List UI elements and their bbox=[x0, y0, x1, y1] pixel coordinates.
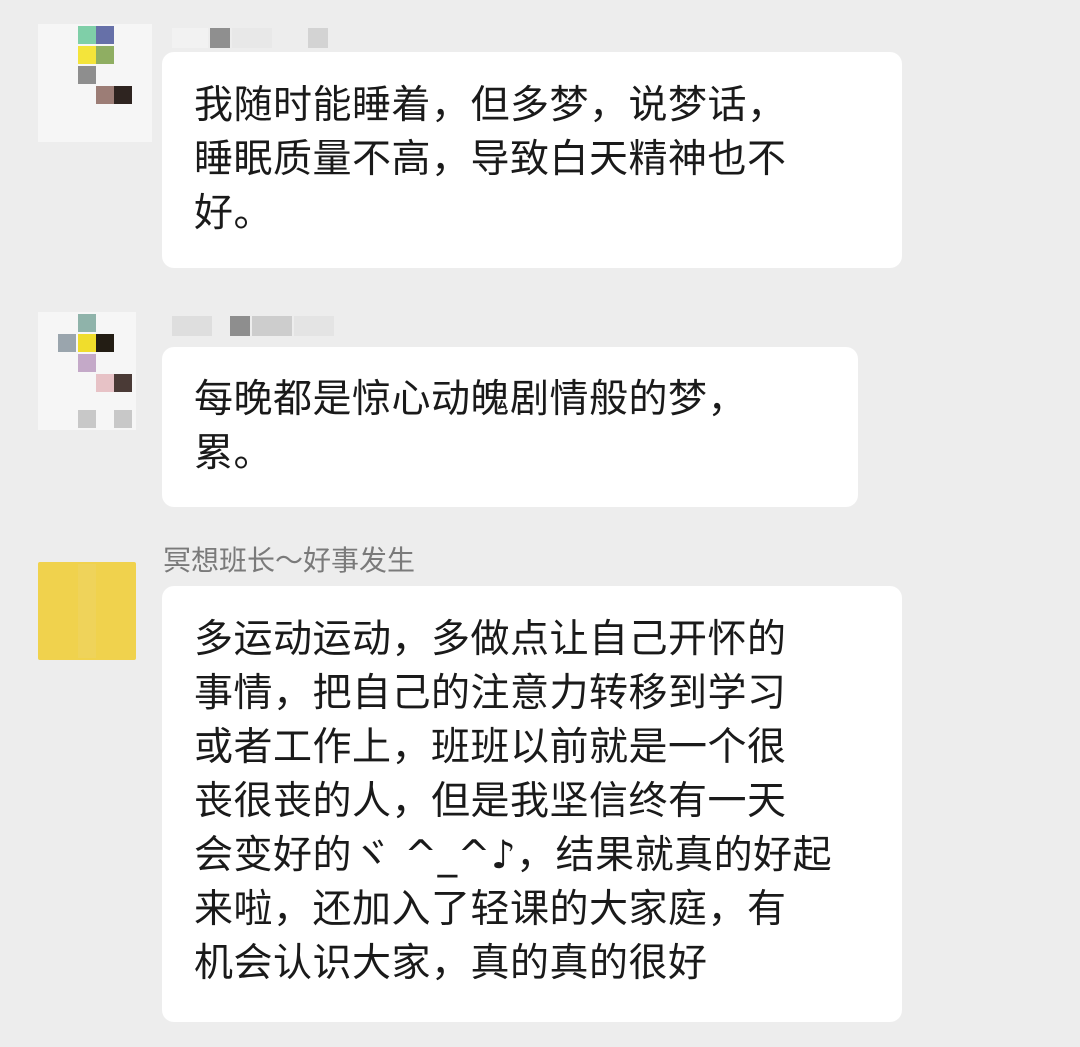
message-text: 事情，把自己的注意力转移到学习 bbox=[194, 671, 787, 716]
avatar-pixel bbox=[78, 334, 96, 352]
avatar[interactable] bbox=[38, 24, 152, 142]
message-text: 累。 bbox=[194, 431, 274, 476]
message-text: 或者工作上，班班以前就是一个很 bbox=[194, 725, 787, 770]
sender-name-masked bbox=[172, 316, 352, 336]
message-text: 会变好的ヾ ^_^♪，结果就真的好起 bbox=[194, 833, 833, 878]
avatar-pixel bbox=[96, 26, 114, 44]
avatar-pixel bbox=[78, 564, 96, 658]
mosaic-block bbox=[210, 28, 230, 48]
message-bubble[interactable]: 每晚都是惊心动魄剧情般的梦， 累。 bbox=[162, 347, 858, 507]
mosaic-block bbox=[252, 316, 292, 336]
avatar-pixel bbox=[114, 86, 132, 104]
message-text: 好。 bbox=[194, 191, 274, 236]
avatar-pixel bbox=[78, 26, 96, 44]
avatar[interactable] bbox=[38, 312, 136, 430]
message-text: 每晚都是惊心动魄剧情般的梦， bbox=[194, 377, 748, 422]
mosaic-block bbox=[294, 316, 334, 336]
avatar-pixel bbox=[96, 334, 114, 352]
message-text: 来啦，还加入了轻课的大家庭，有 bbox=[194, 887, 787, 932]
sender-name: 冥想班长～好事发生 bbox=[163, 544, 416, 577]
mosaic-block bbox=[308, 28, 328, 48]
avatar-pixel bbox=[96, 86, 114, 104]
avatar[interactable] bbox=[38, 562, 136, 660]
sender-name-masked bbox=[172, 28, 332, 48]
avatar-pixel bbox=[58, 334, 76, 352]
mosaic-block bbox=[172, 28, 208, 48]
avatar-pixel bbox=[78, 46, 96, 64]
message-bubble[interactable]: 多运动运动，多做点让自己开怀的 事情，把自己的注意力转移到学习 或者工作上，班班… bbox=[162, 586, 902, 1022]
message-bubble[interactable]: 我随时能睡着，但多梦，说梦话， 睡眠质量不高，导致白天精神也不 好。 bbox=[162, 52, 902, 268]
mosaic-block bbox=[232, 28, 272, 48]
message-text: 我随时能睡着，但多梦，说梦话， bbox=[194, 83, 787, 128]
avatar-pixel bbox=[96, 46, 114, 64]
message-text: 多运动运动，多做点让自己开怀的 bbox=[194, 617, 787, 662]
message-text: 睡眠质量不高，导致白天精神也不 bbox=[194, 137, 787, 182]
avatar-pixel bbox=[78, 410, 96, 428]
mosaic-block bbox=[230, 316, 250, 336]
avatar-pixel bbox=[96, 374, 114, 392]
avatar-pixel bbox=[78, 66, 96, 84]
avatar-pixel bbox=[114, 410, 132, 428]
message-text: 丧很丧的人，但是我坚信终有一天 bbox=[194, 779, 787, 824]
avatar-pixel bbox=[78, 354, 96, 372]
avatar-pixel bbox=[114, 374, 132, 392]
avatar-pixel bbox=[78, 314, 96, 332]
mosaic-block bbox=[172, 316, 212, 336]
message-text: 机会认识大家，真的真的很好 bbox=[194, 941, 708, 986]
